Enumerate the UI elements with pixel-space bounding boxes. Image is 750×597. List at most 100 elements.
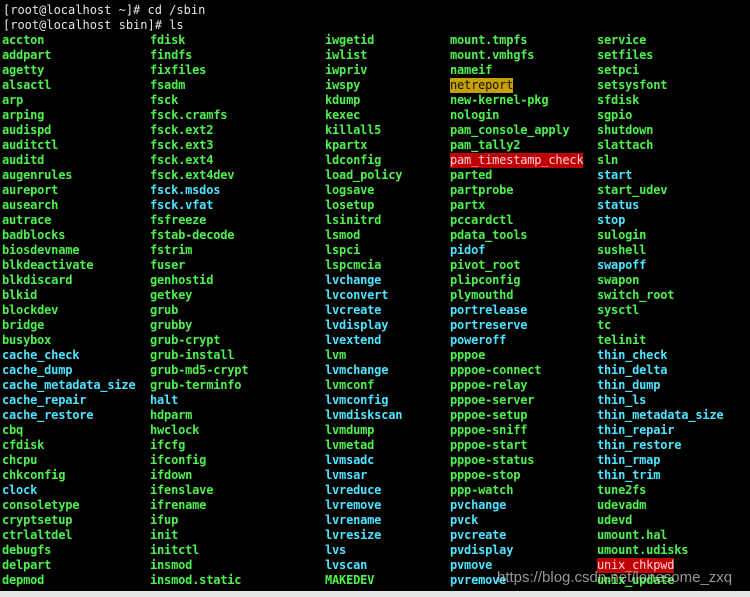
file-entry: fsck.ext2 bbox=[150, 123, 214, 137]
file-entry: addpart bbox=[2, 48, 52, 62]
file-entry: kpartx bbox=[325, 138, 368, 152]
file-entry: lvreduce bbox=[325, 483, 382, 497]
file-entry: kexec bbox=[325, 108, 361, 122]
file-entry: getkey bbox=[150, 288, 193, 302]
file-entry: lvmchange bbox=[325, 363, 389, 377]
file-entry: fsck bbox=[150, 93, 179, 107]
file-entry: setfiles bbox=[597, 48, 654, 62]
file-entry: mount.vmhgfs bbox=[450, 48, 535, 62]
file-entry: blkdiscard bbox=[2, 273, 73, 287]
file-entry: audispd bbox=[2, 123, 52, 137]
file-entry: fsck.msdos bbox=[150, 183, 221, 197]
file-entry: lvmconf bbox=[325, 378, 375, 392]
file-entry: cryptsetup bbox=[2, 513, 73, 527]
file-entry: lsinitrd bbox=[325, 213, 382, 227]
file-entry: netreport bbox=[450, 78, 514, 93]
file-entry: iwspy bbox=[325, 78, 361, 92]
file-entry: lvconvert bbox=[325, 288, 389, 302]
file-entry: thin_delta bbox=[597, 363, 668, 377]
file-entry: blockdev bbox=[2, 303, 59, 317]
file-entry: plipconfig bbox=[450, 273, 521, 287]
file-entry: thin_dump bbox=[597, 378, 661, 392]
file-entry: lvmdiskscan bbox=[325, 408, 403, 422]
file-entry: autrace bbox=[2, 213, 52, 227]
file-entry: ifcfg bbox=[150, 438, 186, 452]
file-entry: init bbox=[150, 528, 179, 542]
file-entry: lvcreate bbox=[325, 303, 382, 317]
file-entry: pppoe-start bbox=[450, 438, 528, 452]
file-entry: cfdisk bbox=[2, 438, 45, 452]
file-entry: lvmetad bbox=[325, 438, 375, 452]
file-entry: consoletype bbox=[2, 498, 80, 512]
file-entry: portreserve bbox=[450, 318, 528, 332]
file-entry: iwgetid bbox=[325, 33, 375, 47]
file-entry: lvremove bbox=[325, 498, 382, 512]
file-entry: thin_restore bbox=[597, 438, 682, 452]
file-entry: depmod bbox=[2, 573, 45, 587]
file-entry: umount.udisks bbox=[597, 543, 689, 557]
file-entry: sulogin bbox=[597, 228, 647, 242]
file-entry: thin_rmap bbox=[597, 453, 661, 467]
file-entry: pppoe bbox=[450, 348, 486, 362]
prompt-line-cd: [root@localhost ~]# cd /sbin bbox=[3, 3, 206, 17]
file-entry: ppp-watch bbox=[450, 483, 514, 497]
file-entry: fsck.ext4dev bbox=[150, 168, 235, 182]
file-entry: auditd bbox=[2, 153, 45, 167]
file-entry: swapoff bbox=[597, 258, 647, 272]
file-entry: lvdisplay bbox=[325, 318, 389, 332]
file-entry: grub-install bbox=[150, 348, 235, 362]
file-entry: tune2fs bbox=[597, 483, 647, 497]
file-entry: cache_metadata_size bbox=[2, 378, 136, 392]
file-entry: cache_dump bbox=[2, 363, 73, 377]
file-entry: lvm bbox=[325, 348, 347, 362]
file-entry: pppoe-status bbox=[450, 453, 535, 467]
file-entry: nameif bbox=[450, 63, 493, 77]
file-entry: halt bbox=[150, 393, 179, 407]
file-entry: biosdevname bbox=[2, 243, 80, 257]
file-entry: lvresize bbox=[325, 528, 382, 542]
file-entry: sln bbox=[597, 153, 619, 167]
file-entry: nologin bbox=[450, 108, 500, 122]
file-entry: lvmsadc bbox=[325, 453, 375, 467]
file-entry: shutdown bbox=[597, 123, 654, 137]
file-entry: plymouthd bbox=[450, 288, 514, 302]
file-entry: partprobe bbox=[450, 183, 514, 197]
file-entry: lvrename bbox=[325, 513, 382, 527]
file-entry: initctl bbox=[150, 543, 200, 557]
file-entry: insmod.static bbox=[150, 573, 242, 587]
file-entry: cbq bbox=[2, 423, 24, 437]
file-entry: lspci bbox=[325, 243, 361, 257]
file-entry: ifup bbox=[150, 513, 179, 527]
file-entry: delpart bbox=[2, 558, 52, 572]
file-entry: pppoe-connect bbox=[450, 363, 542, 377]
bottom-scrollbar[interactable] bbox=[0, 591, 750, 597]
prompt-line-ls: [root@localhost sbin]# ls bbox=[3, 18, 184, 32]
file-entry: lvextend bbox=[325, 333, 382, 347]
file-entry: lvchange bbox=[325, 273, 382, 287]
file-entry: status bbox=[597, 198, 640, 212]
file-entry: findfs bbox=[150, 48, 193, 62]
file-entry: fdisk bbox=[150, 33, 186, 47]
file-entry: start_udev bbox=[597, 183, 668, 197]
file-entry: ifconfig bbox=[150, 453, 207, 467]
file-entry: setpci bbox=[597, 63, 640, 77]
file-entry: hwclock bbox=[150, 423, 200, 437]
file-entry: mount.tmpfs bbox=[450, 33, 528, 47]
file-entry: sfdisk bbox=[597, 93, 640, 107]
file-entry: clock bbox=[2, 483, 38, 497]
file-entry: parted bbox=[450, 168, 493, 182]
file-entry: cache_repair bbox=[2, 393, 87, 407]
file-entry: lvmconfig bbox=[325, 393, 389, 407]
file-entry: setsysfont bbox=[597, 78, 668, 92]
file-entry: thin_trim bbox=[597, 468, 661, 482]
file-entry: ausearch bbox=[2, 198, 59, 212]
file-entry: ctrlaltdel bbox=[2, 528, 73, 542]
file-entry: iwpriv bbox=[325, 63, 368, 77]
file-entry: poweroff bbox=[450, 333, 507, 347]
file-entry: pam_console_apply bbox=[450, 123, 570, 137]
watermark: https://blog.csdn.net/lonesome_zxq bbox=[497, 569, 733, 586]
file-entry: badblocks bbox=[2, 228, 66, 242]
file-entry: new-kernel-pkg bbox=[450, 93, 549, 107]
file-entry: udevd bbox=[597, 513, 633, 527]
file-entry: alsactl bbox=[2, 78, 52, 92]
